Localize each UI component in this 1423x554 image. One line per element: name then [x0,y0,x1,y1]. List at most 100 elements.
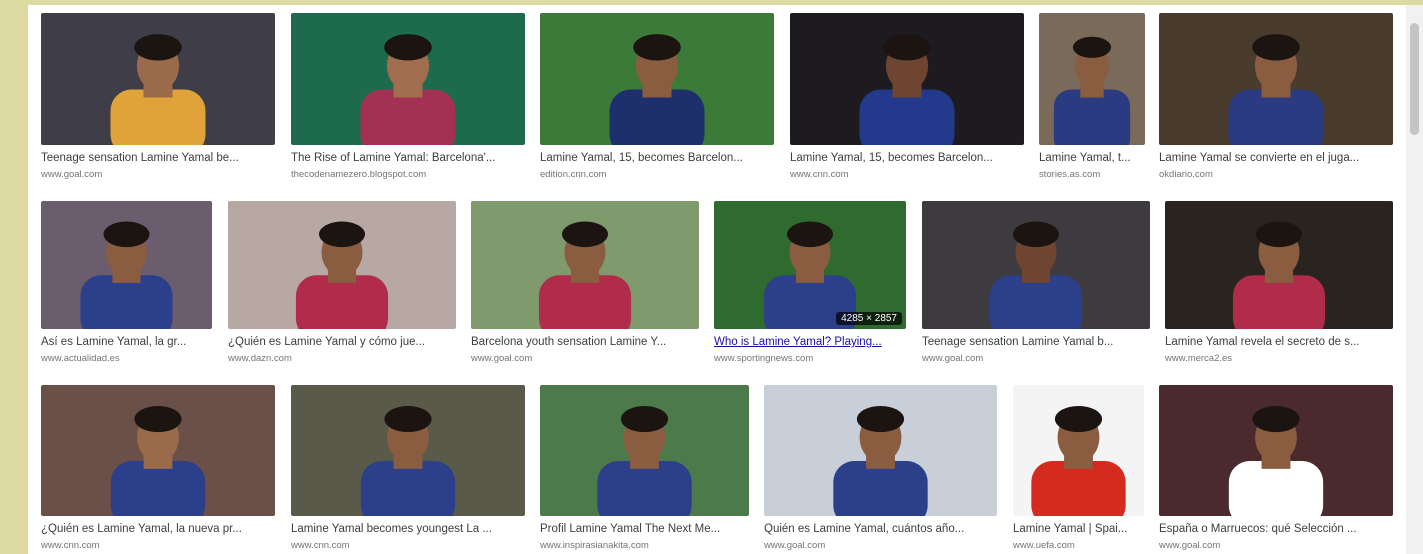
result-thumbnail[interactable] [228,201,456,329]
result-thumbnail[interactable] [540,13,774,145]
result-thumbnail[interactable] [764,385,997,516]
image-result[interactable]: Teenage sensation Lamine Yamal be... www.… [41,13,275,181]
image-result[interactable]: Quién es Lamine Yamal, cuántos año... www… [764,385,997,552]
player-shirt [1228,460,1324,516]
player-shirt [989,275,1083,329]
result-source[interactable]: www.merca2.es [1165,352,1393,365]
player-shirt [833,460,928,516]
result-thumbnail[interactable] [1013,385,1144,516]
image-result[interactable]: España o Marruecos: qué Selección ... www… [1159,385,1393,552]
result-title[interactable]: Lamine Yamal, 15, becomes Barcelon... [790,151,1024,166]
result-title[interactable]: Lamine Yamal, 15, becomes Barcelon... [540,151,774,166]
image-result[interactable]: Lamine Yamal revela el secreto de s... ww… [1165,201,1393,365]
image-result[interactable]: Lamine Yamal becomes youngest La ... www.… [291,385,525,552]
image-dimensions-badge: 4285 × 2857 [836,312,902,325]
image-result[interactable]: ¿Quién es Lamine Yamal, la nueva pr... ww… [41,385,275,552]
player-hair [561,221,609,248]
result-title[interactable]: Lamine Yamal revela el secreto de s... [1165,335,1393,350]
image-result[interactable]: Lamine Yamal | Spai... www.uefa.com [1013,385,1144,552]
result-thumbnail[interactable] [922,201,1150,329]
result-source[interactable]: www.cnn.com [41,539,275,552]
result-thumbnail[interactable] [1039,13,1145,145]
result-thumbnail[interactable] [1159,385,1393,516]
photo-placeholder [1013,385,1144,516]
image-result[interactable]: 4285 × 2857 Who is Lamine Yamal? Playing.… [714,201,906,365]
result-source[interactable]: thecodenamezero.blogspot.com [291,168,525,181]
result-source[interactable]: okdiario.com [1159,168,1393,181]
result-thumbnail[interactable] [471,201,699,329]
player-hair [318,221,366,248]
result-thumbnail[interactable] [41,13,275,145]
result-title[interactable]: Barcelona youth sensation Lamine Y... [471,335,699,350]
result-thumbnail[interactable] [291,385,525,516]
image-result[interactable]: Así es Lamine Yamal, la gr... www.actuali… [41,201,212,365]
result-title[interactable]: Lamine Yamal se convierte en el juga... [1159,151,1393,166]
player-shirt [360,460,456,516]
result-source[interactable]: edition.cnn.com [540,168,774,181]
result-thumbnail[interactable] [291,13,525,145]
result-source[interactable]: www.goal.com [922,352,1150,365]
result-thumbnail[interactable]: 4285 × 2857 [714,201,906,329]
image-result[interactable]: Lamine Yamal se convierte en el juga... o… [1159,13,1393,181]
result-source[interactable]: www.inspirasianakita.com [540,539,749,552]
result-thumbnail[interactable] [1159,13,1393,145]
result-thumbnail[interactable] [41,201,212,329]
image-result[interactable]: The Rise of Lamine Yamal: Barcelona'... t… [291,13,525,181]
result-source[interactable]: www.dazn.com [228,352,456,365]
scrollbar-thumb[interactable] [1410,23,1419,135]
player-hair [1054,405,1103,433]
result-source[interactable]: www.goal.com [1159,539,1393,552]
photo-placeholder [41,385,275,516]
result-title[interactable]: Así es Lamine Yamal, la gr... [41,335,212,350]
result-source[interactable]: www.goal.com [471,352,699,365]
result-title[interactable]: Teenage sensation Lamine Yamal b... [922,335,1150,350]
result-source[interactable]: stories.as.com [1039,168,1145,181]
result-title[interactable]: Lamine Yamal | Spai... [1013,522,1144,537]
result-source[interactable]: www.actualidad.es [41,352,212,365]
player-shirt [1031,460,1126,516]
result-title[interactable]: Teenage sensation Lamine Yamal be... [41,151,275,166]
result-thumbnail[interactable] [540,385,749,516]
player-hair [384,34,432,61]
player-shirt [597,460,692,516]
result-source[interactable]: www.goal.com [764,539,997,552]
photo-placeholder [41,201,212,329]
result-title[interactable]: España o Marruecos: qué Selección ... [1159,522,1393,537]
image-result[interactable]: Teenage sensation Lamine Yamal b... www.g… [922,201,1150,365]
image-result[interactable]: ¿Quién es Lamine Yamal y cómo jue... www.… [228,201,456,365]
result-title[interactable]: ¿Quién es Lamine Yamal y cómo jue... [228,335,456,350]
photo-placeholder [540,13,774,145]
player-hair [384,405,432,433]
player-shirt [1232,275,1326,329]
result-thumbnail[interactable] [1165,201,1393,329]
image-results-grid: Teenage sensation Lamine Yamal be... www.… [28,5,1406,554]
result-source[interactable]: www.cnn.com [790,168,1024,181]
result-thumbnail[interactable] [790,13,1024,145]
vertical-scrollbar[interactable] [1406,5,1423,554]
result-title[interactable]: Profil Lamine Yamal The Next Me... [540,522,749,537]
image-result[interactable]: Lamine Yamal, t... stories.as.com [1039,13,1145,181]
photo-placeholder [291,13,525,145]
result-source[interactable]: www.goal.com [41,168,275,181]
image-result[interactable]: Profil Lamine Yamal The Next Me... www.in… [540,385,749,552]
image-result[interactable]: Lamine Yamal, 15, becomes Barcelon... edi… [540,13,774,181]
photo-placeholder [1165,201,1393,329]
photo-placeholder [291,385,525,516]
result-source[interactable]: www.uefa.com [1013,539,1144,552]
result-thumbnail[interactable] [41,385,275,516]
image-result[interactable]: Barcelona youth sensation Lamine Y... www… [471,201,699,365]
player-shirt [110,89,206,145]
result-source[interactable]: www.sportingnews.com [714,352,906,365]
result-title[interactable]: The Rise of Lamine Yamal: Barcelona'... [291,151,525,166]
result-title[interactable]: Lamine Yamal, t... [1039,151,1145,166]
result-title[interactable]: ¿Quién es Lamine Yamal, la nueva pr... [41,522,275,537]
result-source[interactable]: www.cnn.com [291,539,525,552]
photo-placeholder [764,385,997,516]
player-shirt [1228,89,1324,145]
image-result[interactable]: Lamine Yamal, 15, becomes Barcelon... www… [790,13,1024,181]
result-title[interactable]: Lamine Yamal becomes youngest La ... [291,522,525,537]
player-shirt [80,275,173,329]
result-title[interactable]: Quién es Lamine Yamal, cuántos año... [764,522,997,537]
photo-placeholder [540,385,749,516]
result-title[interactable]: Who is Lamine Yamal? Playing... [714,335,906,350]
